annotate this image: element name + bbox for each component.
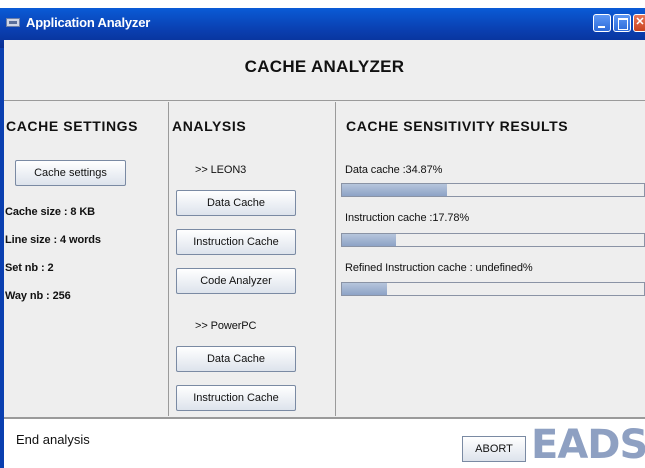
app-window-icon [6, 18, 20, 27]
cache-settings-title: CACHE SETTINGS [6, 118, 139, 134]
analysis-panel: ANALYSIS >> LEON3 Data Cache Instruction… [170, 102, 336, 416]
leon3-group-label: >> LEON3 [195, 164, 247, 176]
maximize-icon[interactable] [613, 14, 631, 32]
powerpc-instruction-cache-button[interactable]: Instruction Cache [176, 385, 296, 411]
powerpc-data-cache-button[interactable]: Data Cache [176, 346, 296, 372]
data-cache-progress-fill [342, 184, 448, 196]
data-cache-progress [341, 183, 645, 197]
cache-size-value: Cache size : 8 KB [5, 206, 96, 218]
status-bar: End analysis ABORT EADS [4, 417, 645, 468]
data-cache-result-label: Data cache :34.87% [345, 164, 443, 176]
line-size-value: Line size : 4 words [5, 234, 101, 246]
refined-instruction-cache-result-label: Refined Instruction cache : undefined% [345, 262, 533, 274]
results-title: CACHE SENSITIVITY RESULTS [346, 118, 569, 134]
leon3-data-cache-button[interactable]: Data Cache [176, 190, 296, 216]
refined-instruction-cache-progress-fill [342, 283, 388, 295]
set-nb-value: Set nb : 2 [5, 262, 54, 274]
app-header: CACHE ANALYZER [4, 40, 645, 101]
window-title: Application Analyzer [26, 15, 151, 30]
instruction-cache-result-label: Instruction cache :17.78% [345, 212, 470, 224]
refined-instruction-cache-progress [341, 282, 645, 296]
powerpc-group-label: >> PowerPC [195, 320, 257, 332]
way-nb-value: Way nb : 256 [5, 290, 71, 302]
close-icon[interactable]: ✕ [633, 14, 645, 32]
leon3-instruction-cache-button[interactable]: Instruction Cache [176, 229, 296, 255]
page-title: CACHE ANALYZER [244, 57, 405, 76]
minimize-icon[interactable] [593, 14, 611, 32]
results-panel: CACHE SENSITIVITY RESULTS Data cache :34… [337, 102, 645, 416]
analysis-title: ANALYSIS [172, 118, 247, 134]
cache-settings-panel: CACHE SETTINGS Cache settings Cache size… [4, 102, 169, 416]
cache-settings-button[interactable]: Cache settings [15, 160, 126, 186]
instruction-cache-progress-fill [342, 234, 396, 246]
instruction-cache-progress [341, 233, 645, 247]
leon3-code-analyzer-button[interactable]: Code Analyzer [176, 268, 296, 294]
status-text: End analysis [16, 432, 90, 447]
abort-button[interactable]: ABORT [462, 436, 526, 462]
eads-logo: EADS [531, 422, 645, 468]
